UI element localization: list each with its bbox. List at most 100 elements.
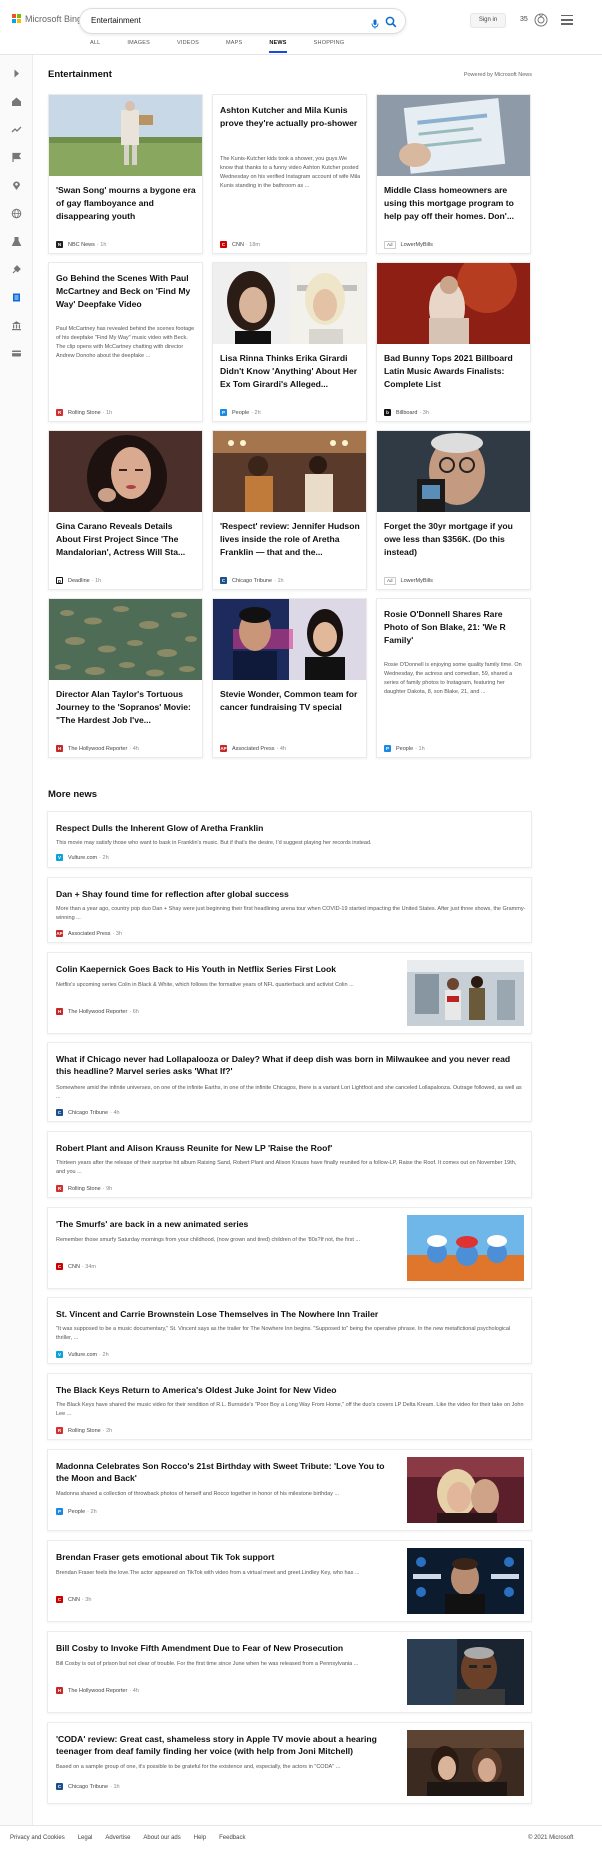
card-title[interactable]: Ashton Kutcher and Mila Kunis prove they… (220, 104, 361, 130)
globe-icon[interactable] (11, 206, 22, 219)
tab-news[interactable]: NEWS (269, 40, 287, 53)
flag-icon[interactable] (11, 150, 22, 162)
news-list-item[interactable]: Robert Plant and Alison Krauss Reunite f… (47, 1131, 532, 1198)
menu-icon[interactable] (561, 15, 573, 25)
news-card[interactable]: Go Behind the Scenes With Paul McCartney… (48, 262, 203, 422)
news-title[interactable]: Respect Dulls the Inherent Glow of Areth… (56, 822, 526, 834)
card-source[interactable]: Ad LowerMyBills (384, 241, 433, 249)
ad-card[interactable]: Forget the 30yr mortgage if you owe less… (376, 430, 531, 590)
entertainment-icon[interactable] (11, 290, 22, 302)
news-card[interactable]: Rosie O'Donnell Shares Rare Photo of Son… (376, 598, 531, 758)
card-source[interactable]: AP Associated Press · 4h (220, 745, 286, 752)
news-source[interactable]: AP Associated Press · 3h (56, 930, 122, 937)
news-source[interactable]: H The Hollywood Reporter · 6h (56, 1008, 139, 1015)
tab-all[interactable]: ALL (90, 40, 100, 53)
card-source[interactable]: P People · 2h (220, 409, 261, 416)
tab-videos[interactable]: VIDEOS (177, 40, 199, 53)
news-thumbnail[interactable] (407, 1548, 524, 1614)
card-title[interactable]: 'Swan Song' mourns a bygone era of gay f… (56, 184, 197, 223)
news-list-item[interactable]: 'CODA' review: Great cast, shameless sto… (47, 1722, 532, 1804)
news-source[interactable]: C CNN · 34m (56, 1263, 96, 1270)
card-title[interactable]: Lisa Rinna Thinks Erika Girardi Didn't K… (220, 352, 361, 391)
news-source[interactable]: V Vulture.com · 2h (56, 854, 109, 861)
microphone-icon[interactable] (370, 16, 380, 29)
card-title[interactable]: Director Alan Taylor's Tortuous Journey … (56, 688, 197, 727)
advertise-link[interactable]: Advertise (105, 1835, 130, 1841)
privacy-link[interactable]: Privacy and Cookies (10, 1835, 65, 1841)
card-title[interactable]: Bad Bunny Tops 2021 Billboard Latin Musi… (384, 352, 525, 391)
card-source[interactable]: P People · 1h (384, 745, 425, 752)
feedback-link[interactable]: Feedback (219, 1835, 245, 1841)
news-list-item[interactable]: Colin Kaepernick Goes Back to His Youth … (47, 952, 532, 1034)
search-input[interactable]: Entertainment (91, 16, 141, 25)
news-list-item[interactable]: Dan + Shay found time for reflection aft… (47, 877, 532, 943)
news-source[interactable]: V Vulture.com · 2h (56, 1351, 109, 1358)
search-box[interactable]: Entertainment (80, 9, 405, 33)
news-list-item[interactable]: Respect Dulls the Inherent Glow of Areth… (47, 811, 532, 868)
trending-icon[interactable] (11, 122, 22, 133)
news-source[interactable]: R Rolling Stone · 2h (56, 1427, 112, 1434)
home-icon[interactable] (11, 94, 22, 106)
card-title[interactable]: Middle Class homeowners are using this m… (384, 184, 525, 223)
news-card[interactable]: 'Swan Song' mourns a bygone era of gay f… (48, 94, 203, 254)
card-source[interactable]: H The Hollywood Reporter · 4h (56, 745, 139, 752)
news-thumbnail[interactable] (407, 1215, 524, 1281)
news-title[interactable]: Robert Plant and Alison Krauss Reunite f… (56, 1142, 526, 1154)
news-thumbnail[interactable] (407, 1457, 524, 1523)
science-flask-icon[interactable] (11, 234, 22, 246)
card-source[interactable]: D Deadline · 1h (56, 577, 101, 584)
rewards-medal-icon[interactable] (534, 13, 548, 27)
card-source[interactable]: C Chicago Tribune · 1h (220, 577, 284, 584)
search-icon[interactable] (385, 15, 397, 28)
news-thumbnail[interactable] (407, 960, 524, 1026)
news-card[interactable]: Bad Bunny Tops 2021 Billboard Latin Musi… (376, 262, 531, 422)
news-card[interactable]: Lisa Rinna Thinks Erika Girardi Didn't K… (212, 262, 367, 422)
card-source[interactable]: N NBC News · 1h (56, 241, 106, 248)
news-source[interactable]: H The Hollywood Reporter · 4h (56, 1687, 139, 1694)
news-card[interactable]: 'Respect' review: Jennifer Hudson lives … (212, 430, 367, 590)
card-source[interactable]: R Rolling Stone · 1h (56, 409, 112, 416)
tab-maps[interactable]: MAPS (226, 40, 242, 53)
news-card[interactable]: Ashton Kutcher and Mila Kunis prove they… (212, 94, 367, 254)
news-list-item[interactable]: Madonna Celebrates Son Rocco's 21st Birt… (47, 1449, 532, 1531)
news-thumbnail[interactable] (407, 1730, 524, 1796)
card-source[interactable]: Ad LowerMyBills (384, 577, 433, 585)
sign-in-button[interactable]: Sign in (470, 13, 506, 28)
technology-icon[interactable] (11, 262, 22, 274)
news-title[interactable]: The Black Keys Return to America's Oldes… (56, 1384, 526, 1396)
card-title[interactable]: Gina Carano Reveals Details About First … (56, 520, 197, 559)
rewards-points[interactable]: 35 (520, 16, 528, 23)
news-list-item[interactable]: St. Vincent and Carrie Brownstein Lose T… (47, 1297, 532, 1364)
expand-arrow-icon[interactable] (11, 66, 22, 78)
bing-logo[interactable]: Microsoft Bing (12, 14, 82, 24)
news-list-item[interactable]: Bill Cosby to Invoke Fifth Amendment Due… (47, 1631, 532, 1713)
tab-images[interactable]: IMAGES (127, 40, 150, 53)
news-card[interactable]: Stevie Wonder, Common team for cancer fu… (212, 598, 367, 758)
news-source[interactable]: R Rolling Stone · 9h (56, 1185, 112, 1192)
news-source[interactable]: C Chicago Tribune · 1h (56, 1783, 120, 1790)
card-title[interactable]: Stevie Wonder, Common team for cancer fu… (220, 688, 361, 714)
news-title[interactable]: St. Vincent and Carrie Brownstein Lose T… (56, 1308, 526, 1320)
news-title[interactable]: Madonna Celebrates Son Rocco's 21st Birt… (56, 1460, 396, 1484)
card-title[interactable]: 'Respect' review: Jennifer Hudson lives … (220, 520, 361, 559)
news-card[interactable]: Gina Carano Reveals Details About First … (48, 430, 203, 590)
card-title[interactable]: Rosie O'Donnell Shares Rare Photo of Son… (384, 608, 525, 647)
help-link[interactable]: Help (194, 1835, 206, 1841)
news-card[interactable]: Director Alan Taylor's Tortuous Journey … (48, 598, 203, 758)
news-title[interactable]: Bill Cosby to Invoke Fifth Amendment Due… (56, 1642, 396, 1654)
news-source[interactable]: C Chicago Tribune · 4h (56, 1109, 120, 1116)
news-list-item[interactable]: What if Chicago never had Lollapalooza o… (47, 1042, 532, 1122)
card-source[interactable]: b Billboard · 3h (384, 409, 429, 416)
legal-link[interactable]: Legal (78, 1835, 93, 1841)
news-title[interactable]: Brendan Fraser gets emotional about Tik … (56, 1551, 396, 1563)
card-source[interactable]: C CNN · 18m (220, 241, 260, 248)
news-source[interactable]: P People · 2h (56, 1508, 97, 1515)
news-source[interactable]: C CNN · 3h (56, 1596, 91, 1603)
ad-card[interactable]: Middle Class homeowners are using this m… (376, 94, 531, 254)
card-title[interactable]: Go Behind the Scenes With Paul McCartney… (56, 272, 197, 311)
news-list-item[interactable]: Brendan Fraser gets emotional about Tik … (47, 1540, 532, 1622)
news-list-item[interactable]: The Black Keys Return to America's Oldes… (47, 1373, 532, 1440)
news-title[interactable]: What if Chicago never had Lollapalooza o… (56, 1053, 526, 1077)
politics-building-icon[interactable] (11, 318, 22, 331)
news-list-item[interactable]: 'The Smurfs' are back in a new animated … (47, 1207, 532, 1289)
